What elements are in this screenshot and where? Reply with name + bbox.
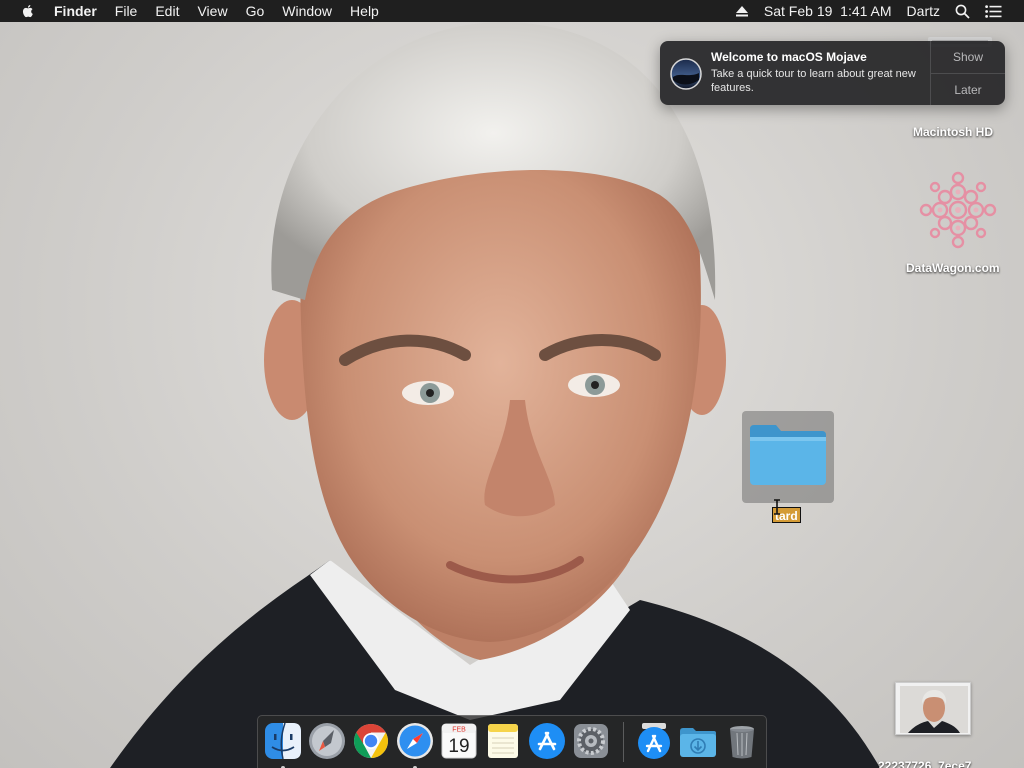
image-file-label[interactable]: 22237726_7ece7 — [878, 759, 971, 768]
apple-logo-icon[interactable] — [20, 3, 40, 19]
wallpaper-portrait — [110, 22, 880, 768]
trash-icon[interactable] — [722, 721, 762, 761]
menu-bar-extras: Sat Feb 19 1:41 AM Dartz — [735, 0, 1024, 22]
safari-icon[interactable] — [395, 721, 435, 768]
macintosh-hd-label[interactable]: Macintosh HD — [913, 125, 993, 139]
menu-view[interactable]: View — [197, 0, 227, 22]
dock-separator — [623, 722, 624, 762]
image-file-thumbnail[interactable] — [895, 682, 971, 735]
macos-mojave-icon — [670, 58, 702, 90]
calendar-day: 19 — [448, 736, 469, 757]
menu-edit[interactable]: Edit — [155, 0, 179, 22]
user-name[interactable]: Dartz — [907, 3, 940, 19]
app-store-icon[interactable] — [527, 721, 567, 761]
spotlight-search-icon[interactable] — [955, 4, 970, 19]
calendar-month: FEB — [452, 727, 466, 734]
notification-center-icon[interactable] — [985, 4, 1002, 18]
clock[interactable]: Sat Feb 19 1:41 AM — [764, 3, 892, 19]
desktop-wallpaper — [0, 0, 1024, 768]
system-preferences-icon[interactable] — [571, 721, 611, 761]
app-store-downloads-icon[interactable] — [634, 721, 674, 761]
menu-help[interactable]: Help — [350, 0, 379, 22]
folder-icon — [750, 425, 826, 485]
notification-banner[interactable]: Welcome to macOS Mojave Take a quick tou… — [660, 41, 1005, 105]
chrome-icon[interactable] — [351, 721, 391, 761]
menu-app-name[interactable]: Finder — [54, 0, 97, 22]
menu-bar: Finder File Edit View Go Window Help Sat… — [0, 0, 1024, 22]
menu-file[interactable]: File — [115, 0, 138, 22]
finder-icon[interactable] — [263, 721, 303, 768]
show-button[interactable]: Show — [931, 41, 1005, 73]
notes-icon[interactable] — [483, 721, 523, 761]
notification-actions: Show Later — [930, 41, 1005, 105]
menu-go[interactable]: Go — [246, 0, 265, 22]
selected-folder[interactable] — [742, 411, 834, 503]
menu-window[interactable]: Window — [282, 0, 332, 22]
dock: FEB 19 — [257, 715, 767, 768]
datawagon-icon[interactable] — [914, 166, 1002, 254]
notification-body: Take a quick tour to learn about great n… — [711, 68, 916, 94]
later-button[interactable]: Later — [931, 73, 1005, 105]
text-cursor-icon — [773, 499, 781, 520]
datawagon-label[interactable]: DataWagon.com — [906, 261, 1000, 275]
downloads-folder-icon[interactable] — [678, 721, 718, 761]
eject-icon[interactable] — [735, 5, 749, 17]
notification-title: Welcome to macOS Mojave — [711, 50, 867, 64]
launchpad-icon[interactable] — [307, 721, 347, 761]
calendar-icon[interactable]: FEB 19 — [439, 721, 479, 761]
